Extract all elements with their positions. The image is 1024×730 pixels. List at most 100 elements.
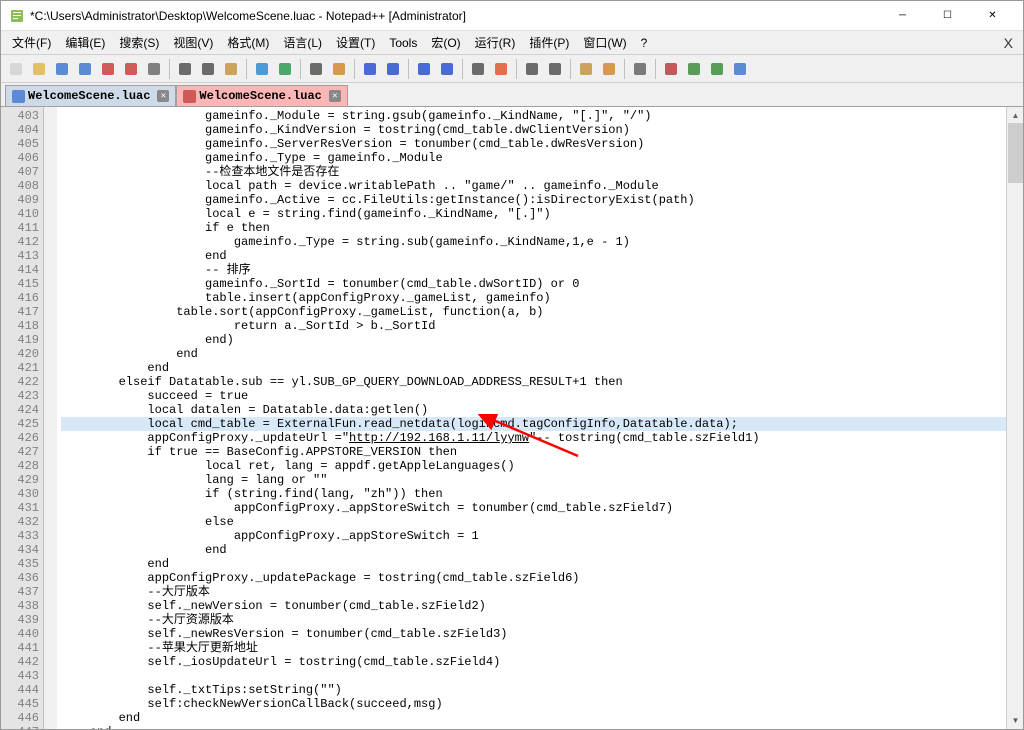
open-button[interactable] <box>28 58 50 80</box>
code-line[interactable]: end <box>61 361 1023 375</box>
maximize-button[interactable]: ☐ <box>925 2 970 30</box>
find-button[interactable] <box>305 58 327 80</box>
minimize-button[interactable]: ─ <box>880 2 925 30</box>
menu-语言l[interactable]: 语言(L) <box>276 32 329 53</box>
code-line[interactable]: self._iosUpdateUrl = tostring(cmd_table.… <box>61 655 1023 669</box>
play-button[interactable] <box>683 58 705 80</box>
zoom-out-button[interactable] <box>382 58 404 80</box>
undo-button[interactable] <box>251 58 273 80</box>
code-line[interactable]: local ret, lang = appdf.getAppleLanguage… <box>61 459 1023 473</box>
close-button[interactable]: ✕ <box>970 2 1015 30</box>
menu-文件f[interactable]: 文件(F) <box>5 32 58 53</box>
code-line[interactable]: self._newResVersion = tonumber(cmd_table… <box>61 627 1023 641</box>
menu-格式m[interactable]: 格式(M) <box>220 32 276 53</box>
file-tab-0[interactable]: WelcomeScene.luac✕ <box>5 85 176 106</box>
menu-搜索s[interactable]: 搜索(S) <box>112 32 166 53</box>
code-line[interactable]: if true == BaseConfig.APPSTORE_VERSION t… <box>61 445 1023 459</box>
tab-close-icon[interactable]: ✕ <box>329 90 341 102</box>
code-line[interactable]: gameinfo._KindVersion = tostring(cmd_tab… <box>61 123 1023 137</box>
zoom-in-button[interactable] <box>359 58 381 80</box>
close-button[interactable] <box>97 58 119 80</box>
code-line[interactable]: self._txtTips:setString("") <box>61 683 1023 697</box>
menu-[interactable]: ? <box>634 34 655 52</box>
code-line[interactable]: gameinfo._Type = gameinfo._Module <box>61 151 1023 165</box>
code-line[interactable]: end <box>61 711 1023 725</box>
outdent-button[interactable] <box>544 58 566 80</box>
monitor-button[interactable] <box>629 58 651 80</box>
code-line[interactable] <box>61 669 1023 683</box>
cut-button[interactable] <box>174 58 196 80</box>
code-line[interactable]: end <box>61 347 1023 361</box>
vertical-scrollbar[interactable]: ▲ ▼ <box>1006 107 1023 729</box>
code-line[interactable]: appConfigProxy._appStoreSwitch = tonumbe… <box>61 501 1023 515</box>
func-list-button[interactable] <box>575 58 597 80</box>
indent-button[interactable] <box>521 58 543 80</box>
code-line[interactable]: if e then <box>61 221 1023 235</box>
code-line[interactable]: appConfigProxy._updateUrl ="http://192.1… <box>61 431 1023 445</box>
scroll-down-arrow[interactable]: ▼ <box>1007 712 1023 729</box>
code-line[interactable]: local e = string.find(gameinfo._KindName… <box>61 207 1023 221</box>
code-line[interactable]: self._newVersion = tonumber(cmd_table.sz… <box>61 599 1023 613</box>
code-line[interactable]: end <box>61 249 1023 263</box>
code-line[interactable]: gameinfo._Type = string.sub(gameinfo._Ki… <box>61 235 1023 249</box>
url-link[interactable]: http://192.168.1.11/lyymw <box>349 431 529 445</box>
code-line[interactable]: gameinfo._SortId = tonumber(cmd_table.dw… <box>61 277 1023 291</box>
menu-设置t[interactable]: 设置(T) <box>329 32 382 53</box>
menu-窗口w[interactable]: 窗口(W) <box>576 32 633 53</box>
doc-map-button[interactable] <box>598 58 620 80</box>
code-line[interactable]: appConfigProxy._appStoreSwitch = 1 <box>61 529 1023 543</box>
menu-运行r[interactable]: 运行(R) <box>468 32 523 53</box>
code-line[interactable]: gameinfo._ServerResVersion = tonumber(cm… <box>61 137 1023 151</box>
new-button[interactable] <box>5 58 27 80</box>
redo-button[interactable] <box>274 58 296 80</box>
code-line[interactable]: --苹果大厅更新地址 <box>61 641 1023 655</box>
code-line[interactable]: gameinfo._Module = string.gsub(gameinfo.… <box>61 109 1023 123</box>
play-multi-button[interactable] <box>706 58 728 80</box>
menu-视图v[interactable]: 视图(V) <box>166 32 220 53</box>
close-all-button[interactable] <box>120 58 142 80</box>
code-line[interactable]: local path = device.writablePath .. "gam… <box>61 179 1023 193</box>
code-line[interactable]: if (string.find(lang, "zh")) then <box>61 487 1023 501</box>
print-button[interactable] <box>143 58 165 80</box>
menu-tools[interactable]: Tools <box>382 34 424 52</box>
replace-button[interactable] <box>328 58 350 80</box>
code-line[interactable]: lang = lang or "" <box>61 473 1023 487</box>
code-line[interactable]: --大厅资源版本 <box>61 613 1023 627</box>
menu-插件p[interactable]: 插件(P) <box>522 32 576 53</box>
file-tab-1[interactable]: WelcomeScene.luac✕ <box>176 85 347 106</box>
code-line[interactable]: table.sort(appConfigProxy._gameList, fun… <box>61 305 1023 319</box>
menu-编辑e[interactable]: 编辑(E) <box>58 32 112 53</box>
code-line[interactable]: gameinfo._Active = cc.FileUtils:getInsta… <box>61 193 1023 207</box>
sync-v-button[interactable] <box>413 58 435 80</box>
code-line[interactable]: end <box>61 557 1023 571</box>
code-line[interactable]: else <box>61 515 1023 529</box>
code-line[interactable]: succeed = true <box>61 389 1023 403</box>
code-editor[interactable]: gameinfo._Module = string.gsub(gameinfo.… <box>57 107 1023 729</box>
save-all-button[interactable] <box>74 58 96 80</box>
code-line[interactable]: --检查本地文件是否存在 <box>61 165 1023 179</box>
wrap-button[interactable] <box>467 58 489 80</box>
code-line[interactable]: return a._SortId > b._SortId <box>61 319 1023 333</box>
paste-button[interactable] <box>220 58 242 80</box>
code-line[interactable]: end <box>61 725 1023 729</box>
code-line[interactable]: table.insert(appConfigProxy._gameList, g… <box>61 291 1023 305</box>
scroll-up-arrow[interactable]: ▲ <box>1007 107 1023 124</box>
code-line[interactable]: -- 排序 <box>61 263 1023 277</box>
menu-宏o[interactable]: 宏(O) <box>424 32 467 53</box>
code-line[interactable]: appConfigProxy._updatePackage = tostring… <box>61 571 1023 585</box>
code-line[interactable]: self:checkNewVersionCallBack(succeed,msg… <box>61 697 1023 711</box>
tab-close-icon[interactable]: ✕ <box>157 90 169 102</box>
scroll-thumb[interactable] <box>1008 123 1023 183</box>
save-macro-button[interactable] <box>729 58 751 80</box>
code-line[interactable]: end <box>61 543 1023 557</box>
code-line[interactable]: elseif Datatable.sub == yl.SUB_GP_QUERY_… <box>61 375 1023 389</box>
sync-h-button[interactable] <box>436 58 458 80</box>
save-button[interactable] <box>51 58 73 80</box>
code-line[interactable]: local cmd_table = ExternalFun.read_netda… <box>61 417 1023 431</box>
mdi-close-icon[interactable]: X <box>1004 35 1013 51</box>
show-all-button[interactable] <box>490 58 512 80</box>
code-line[interactable]: local datalen = Datatable.data:getlen() <box>61 403 1023 417</box>
code-line[interactable]: end) <box>61 333 1023 347</box>
record-button[interactable] <box>660 58 682 80</box>
code-line[interactable]: --大厅版本 <box>61 585 1023 599</box>
